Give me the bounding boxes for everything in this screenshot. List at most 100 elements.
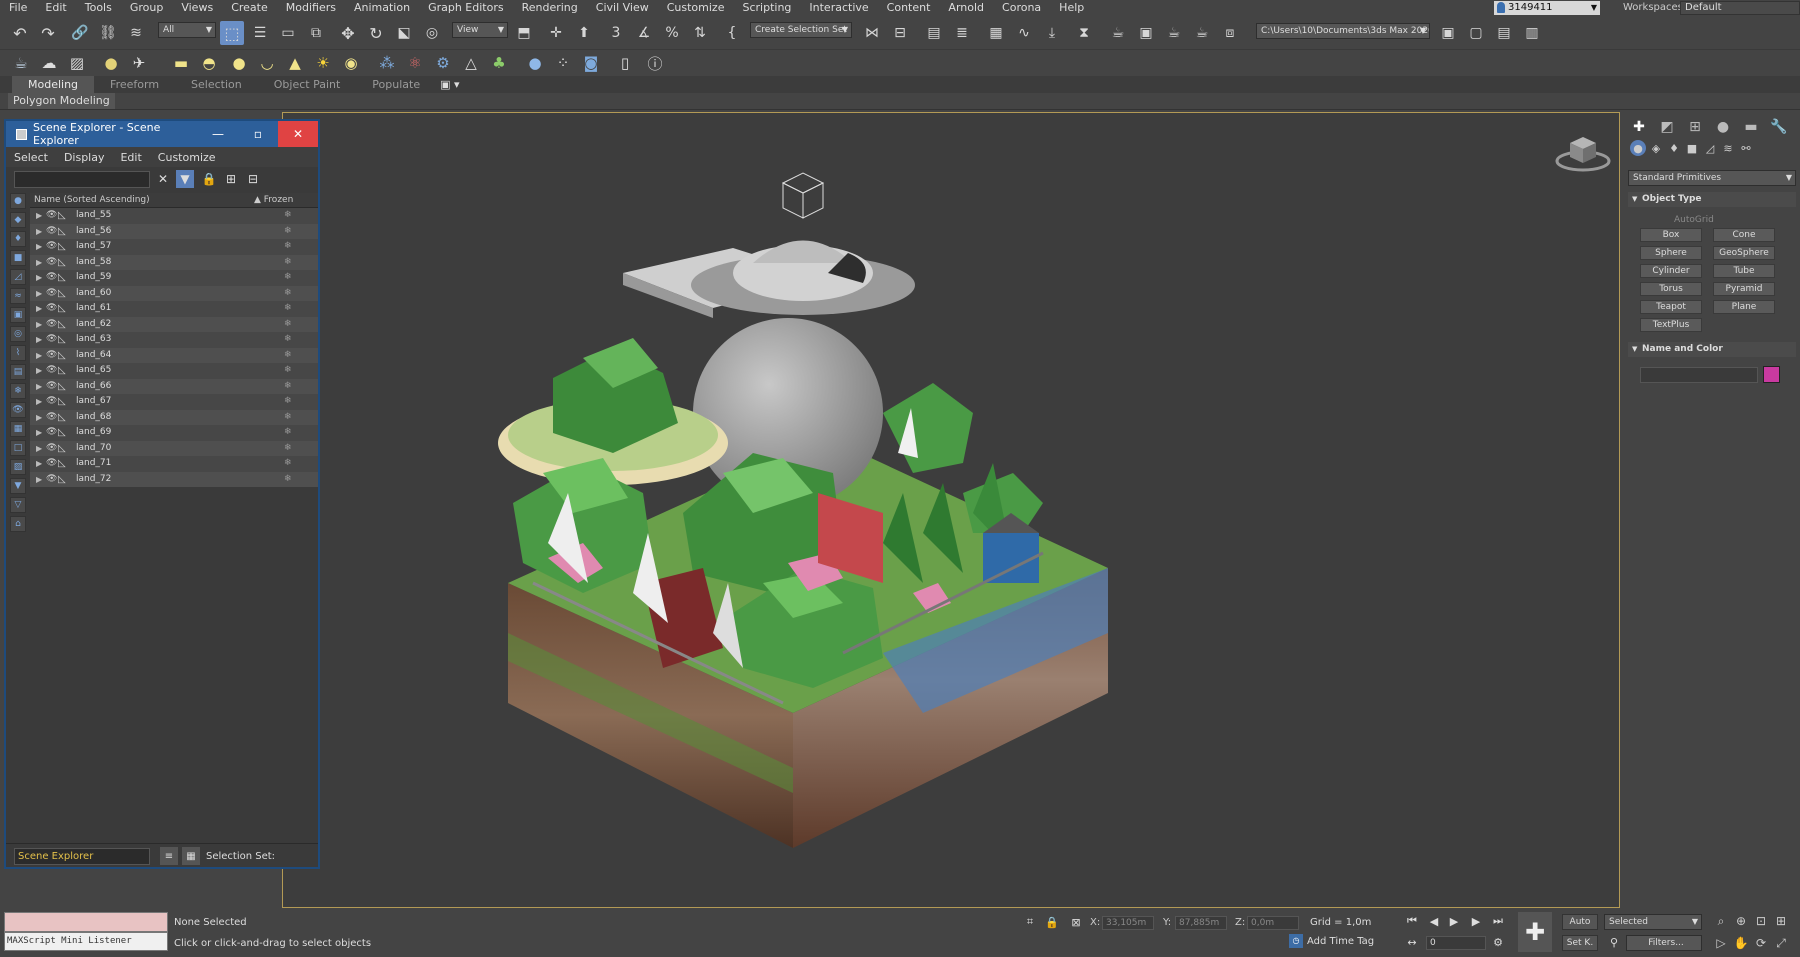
disc-icon[interactable]: ◉: [340, 52, 362, 74]
render-setup-icon[interactable]: ☕: [1106, 21, 1130, 45]
frame-buffer-icon[interactable]: ▯: [614, 52, 636, 74]
menu-customize[interactable]: Customize: [658, 0, 734, 16]
primitive-type-select[interactable]: Standard Primitives ▼: [1628, 170, 1796, 186]
zoom-extents-all-icon[interactable]: ⊞: [1772, 912, 1790, 930]
expand-arrow-icon[interactable]: ▶: [36, 441, 42, 456]
display-all-icon[interactable]: ▦: [10, 421, 26, 437]
hemisphere-icon[interactable]: ◓: [198, 52, 220, 74]
eye-icon[interactable]: 👁: [46, 224, 57, 239]
display-shapes-icon[interactable]: ◆: [10, 212, 26, 228]
gear-icon[interactable]: ⚙: [432, 52, 454, 74]
cone-primitive-icon[interactable]: ▲: [284, 52, 306, 74]
snowflake-icon[interactable]: ❄: [284, 394, 292, 409]
list-item[interactable]: ▶ 👁 ◺ land_63 ❄: [30, 332, 318, 348]
expand-arrow-icon[interactable]: ▶: [36, 208, 42, 223]
listener-output[interactable]: [4, 912, 168, 932]
list-item[interactable]: ▶ 👁 ◺ land_68 ❄: [30, 409, 318, 425]
cylinder-button[interactable]: Cylinder: [1640, 264, 1702, 278]
list-item[interactable]: ▶ 👁 ◺ land_66 ❄: [30, 378, 318, 394]
scale-icon[interactable]: ⬕: [392, 21, 416, 45]
help-icon[interactable]: ⓘ: [644, 52, 666, 74]
geometry-category-icon[interactable]: ●: [1630, 140, 1646, 156]
key-filter-select[interactable]: Selected ▼: [1604, 914, 1702, 930]
menu-interactive[interactable]: Interactive: [800, 0, 877, 16]
sun-icon[interactable]: ☀: [312, 52, 334, 74]
dish-icon[interactable]: ◡: [256, 52, 278, 74]
list-item[interactable]: ▶ 👁 ◺ land_56 ❄: [30, 223, 318, 239]
workspace-select[interactable]: Default: [1680, 1, 1800, 15]
tab-freeform[interactable]: Freeform: [94, 76, 175, 93]
menu-edit[interactable]: Edit: [36, 0, 75, 16]
listener-input[interactable]: MAXScript Mini Listener: [4, 932, 168, 951]
current-frame-field[interactable]: 0: [1426, 936, 1486, 950]
orbit-icon[interactable]: ⟳: [1752, 934, 1770, 952]
list-item[interactable]: ▶ 👁 ◺ land_64 ❄: [30, 347, 318, 363]
zoom-extents-icon[interactable]: ⊡: [1752, 912, 1770, 930]
selection-lock-icon[interactable]: 🔒: [1044, 914, 1060, 930]
tube-button[interactable]: Tube: [1713, 264, 1775, 278]
motion-panel-icon[interactable]: ●: [1712, 116, 1734, 138]
scene-explorer-titlebar[interactable]: Scene Explorer - Scene Explorer — ▫ ✕: [6, 121, 318, 147]
eye-icon[interactable]: 👁: [46, 239, 57, 254]
absolute-mode-icon[interactable]: ⊠: [1068, 914, 1084, 930]
eye-icon[interactable]: 👁: [46, 441, 57, 456]
snowflake-icon[interactable]: ❄: [284, 472, 292, 487]
mirror-icon[interactable]: ⋈: [860, 21, 884, 45]
close-icon[interactable]: ✕: [278, 121, 318, 147]
tab-selection[interactable]: Selection: [175, 76, 258, 93]
hierarchy-panel-icon[interactable]: ⊞: [1684, 116, 1706, 138]
display-filter-options-icon[interactable]: ▽: [10, 497, 26, 513]
eye-icon[interactable]: 👁: [46, 208, 57, 223]
molecule-icon[interactable]: ⚛: [404, 52, 426, 74]
list-item[interactable]: ▶ 👁 ◺ land_70 ❄: [30, 440, 318, 456]
display-lights-icon[interactable]: ♦: [10, 231, 26, 247]
perspective-viewport[interactable]: [282, 112, 1620, 908]
render-production-icon[interactable]: ☕: [1162, 21, 1186, 45]
object-name-input[interactable]: [1640, 367, 1758, 383]
z-coordinate-field[interactable]: 0,0m: [1247, 916, 1299, 930]
display-containers-icon[interactable]: ▤: [10, 364, 26, 380]
list-item[interactable]: ▶ 👁 ◺ land_65 ❄: [30, 363, 318, 379]
add-time-tag-button[interactable]: ◷ Add Time Tag: [1289, 934, 1374, 948]
polygon-modeling-panel[interactable]: Polygon Modeling: [8, 93, 115, 109]
rectangular-selection-icon[interactable]: ▭: [276, 21, 300, 45]
zoom-all-icon[interactable]: ⊕: [1732, 912, 1750, 930]
particles-icon[interactable]: ⁂: [376, 52, 398, 74]
helpers-category-icon[interactable]: ◿: [1702, 140, 1718, 156]
snowflake-icon[interactable]: ❄: [284, 301, 292, 316]
teapot-button[interactable]: Teapot: [1640, 300, 1702, 314]
open-file-icon[interactable]: ▢: [1464, 21, 1488, 45]
snowflake-icon[interactable]: ❄: [284, 348, 292, 363]
plant-icon[interactable]: ♣: [488, 52, 510, 74]
scene-explorer-name-select[interactable]: Scene Explorer: [14, 848, 150, 865]
pan-icon[interactable]: ✋: [1732, 934, 1750, 952]
se-menu-select[interactable]: Select: [6, 151, 56, 164]
menu-arnold[interactable]: Arnold: [939, 0, 993, 16]
menu-animation[interactable]: Animation: [345, 0, 419, 16]
snowflake-icon[interactable]: ❄: [284, 425, 292, 440]
project-folder-select[interactable]: C:\Users\10\Documents\3ds Max 2020 ▼: [1256, 23, 1430, 39]
menu-content[interactable]: Content: [878, 0, 940, 16]
toggle-scene-explorer-icon[interactable]: ▤: [922, 21, 946, 45]
expand-arrow-icon[interactable]: ▶: [36, 472, 42, 487]
display-geometry-icon[interactable]: ●: [10, 193, 26, 209]
move-icon[interactable]: ✥: [336, 21, 360, 45]
menu-scripting[interactable]: Scripting: [733, 0, 800, 16]
rotate-icon[interactable]: ↻: [364, 21, 388, 45]
name-and-color-rollout[interactable]: ▼ Name and Color: [1628, 342, 1796, 357]
eye-icon[interactable]: 👁: [46, 394, 57, 409]
column-name-header[interactable]: Name (Sorted Ascending): [34, 193, 150, 207]
shapes-category-icon[interactable]: ◈: [1648, 140, 1664, 156]
snowflake-icon[interactable]: ❄: [284, 208, 292, 223]
undo-icon[interactable]: ↶: [8, 21, 32, 45]
pyramid-button[interactable]: Pyramid: [1713, 282, 1775, 296]
menu-create[interactable]: Create: [222, 0, 277, 16]
curve-editor-icon[interactable]: ∿: [1012, 21, 1036, 45]
column-frozen-header[interactable]: ▲ Frozen: [254, 193, 293, 207]
place-icon[interactable]: ◎: [420, 21, 444, 45]
project-folder-icon[interactable]: ▣: [1436, 21, 1460, 45]
schematic-view-icon[interactable]: ⤓: [1040, 21, 1064, 45]
expand-icon[interactable]: ⊟: [244, 170, 262, 188]
time-config-icon[interactable]: ↔: [1404, 934, 1420, 950]
display-none-icon[interactable]: □: [10, 440, 26, 456]
